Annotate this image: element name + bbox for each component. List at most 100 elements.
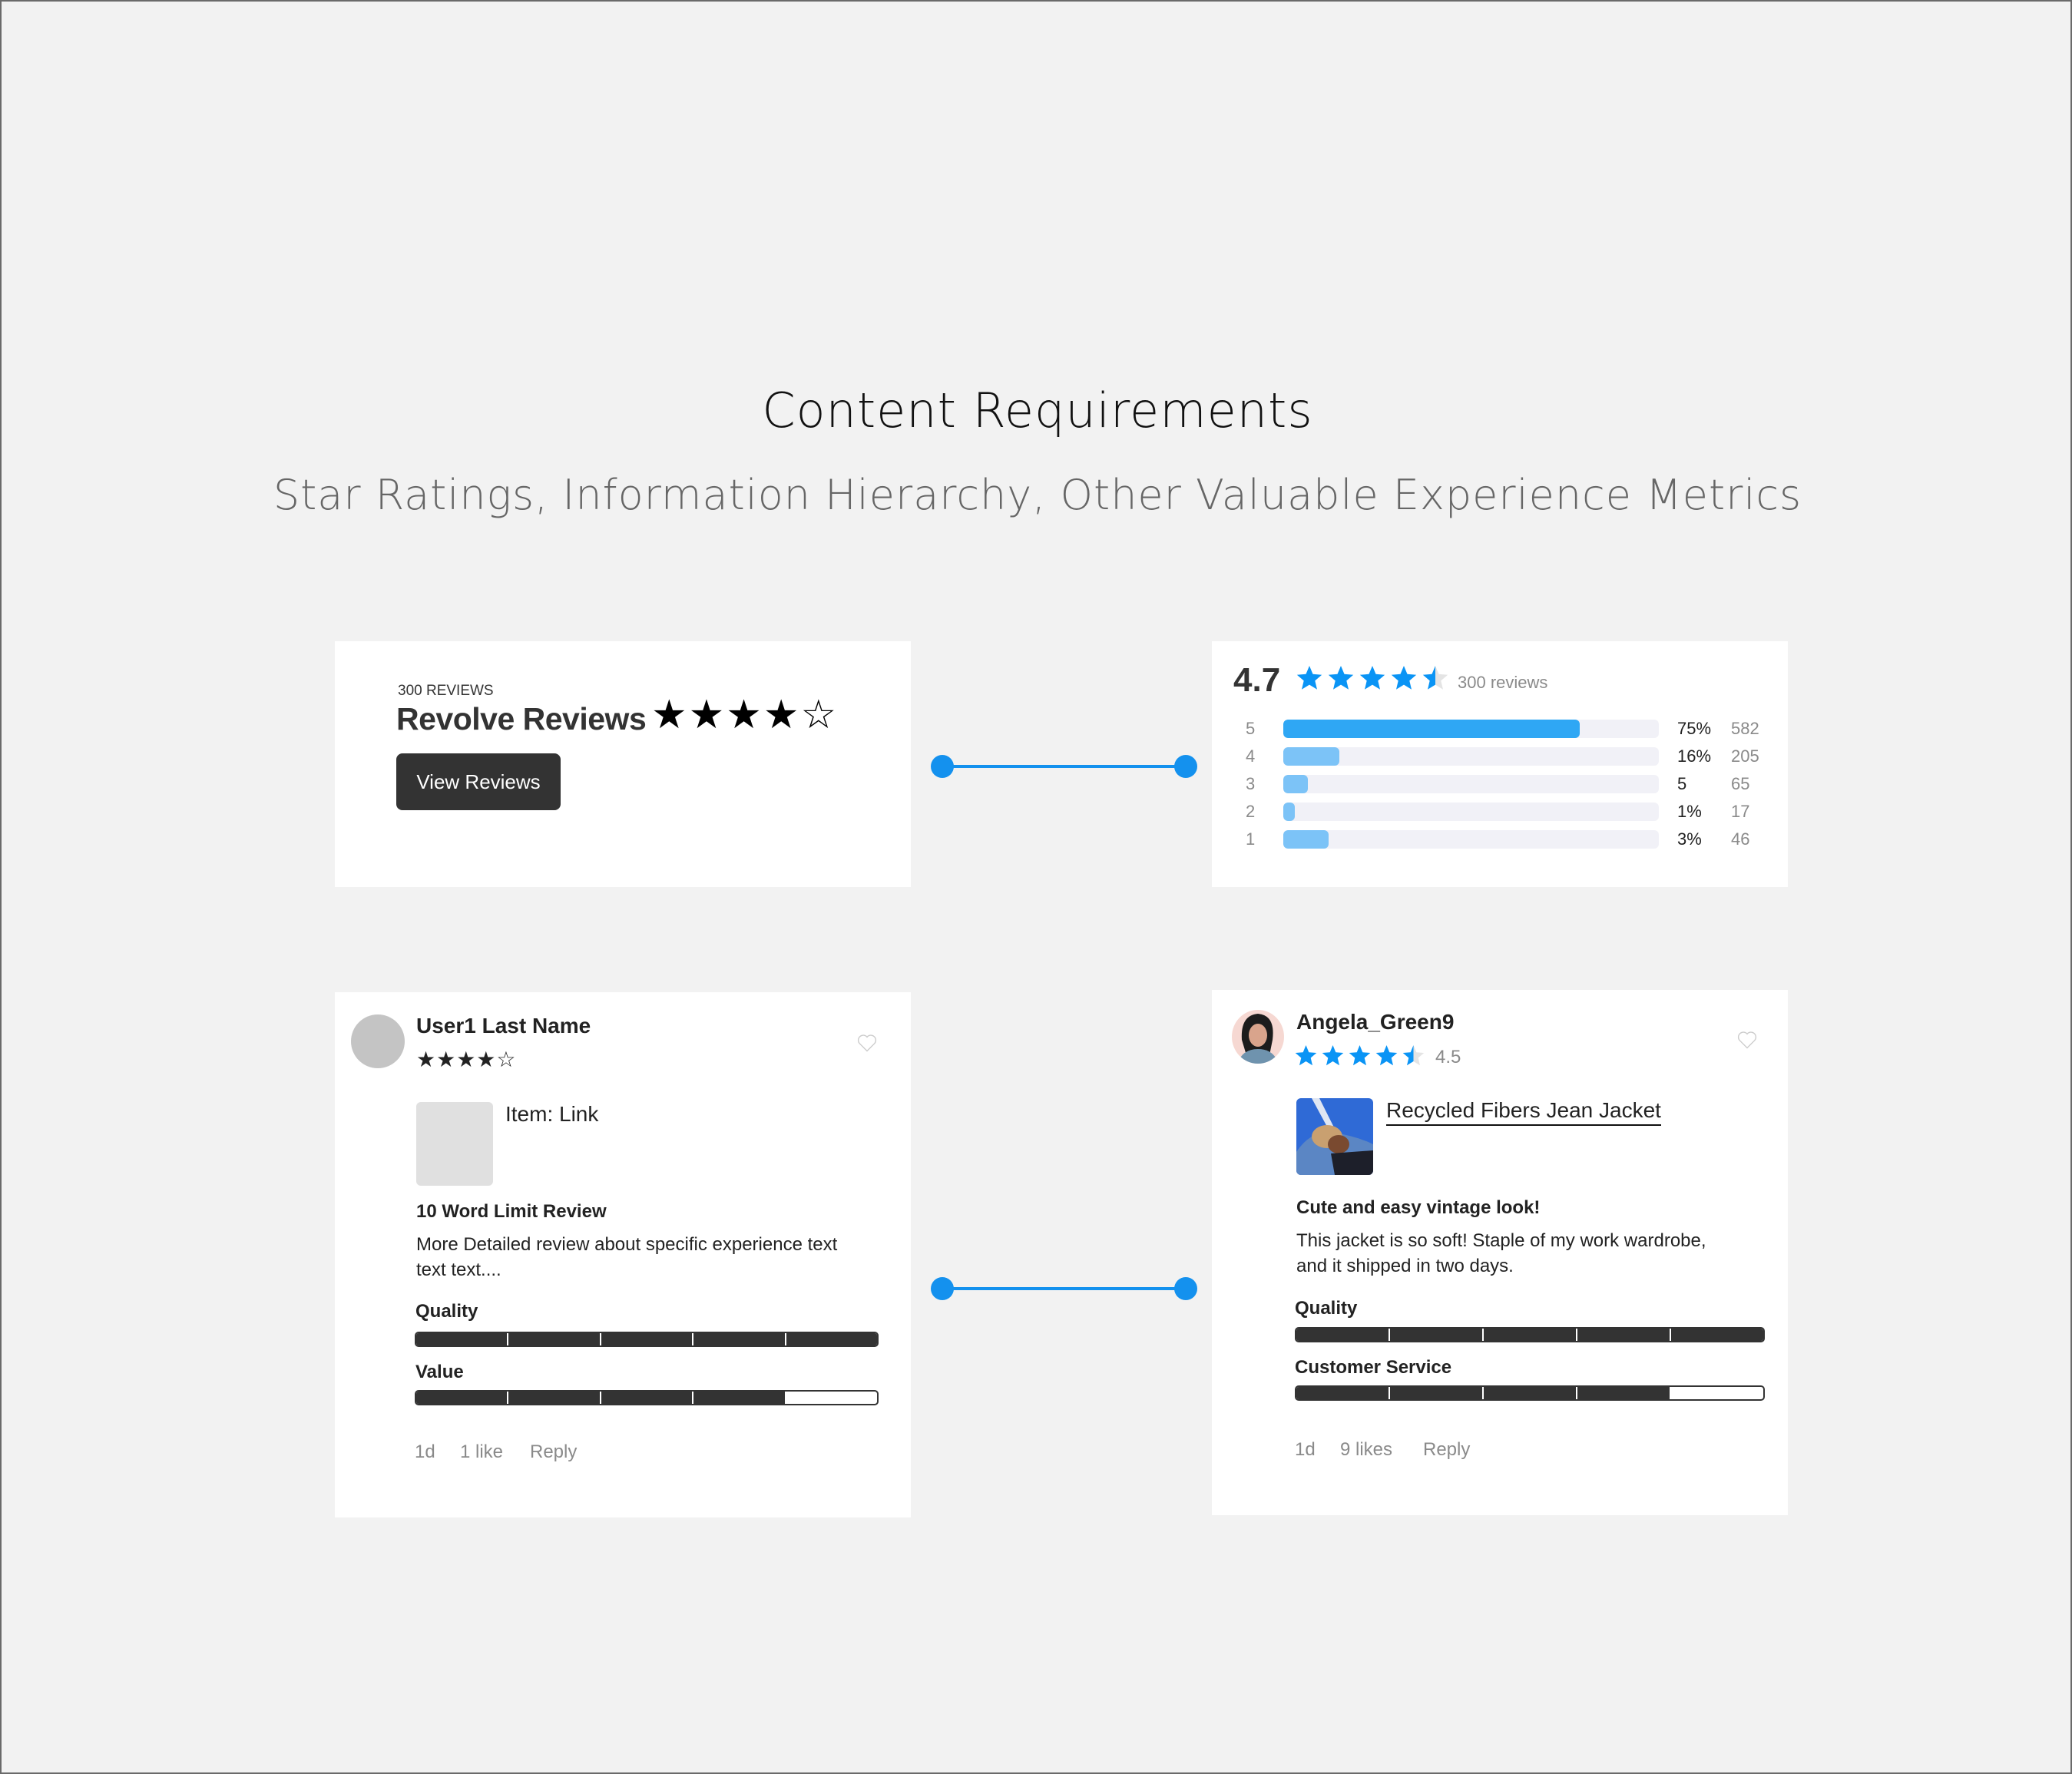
rating-segment (508, 1333, 601, 1345)
like-count-link[interactable]: 1 like (460, 1441, 503, 1463)
review-body-line: and it shipped in two days. (1296, 1256, 1514, 1276)
product-thumbnail (1296, 1098, 1373, 1175)
star-level-count: 46 (1731, 829, 1750, 849)
rating-segment (1671, 1329, 1763, 1341)
rating-distribution-bar (1283, 830, 1659, 849)
review-age: 1d (415, 1441, 435, 1462)
average-star-rating (1296, 666, 1448, 690)
filled-stars-icon: ★★★★ (651, 692, 801, 738)
connector-dot (931, 755, 954, 778)
heart-icon[interactable] (856, 1032, 878, 1054)
review-body: More Detailed review about specific expe… (416, 1234, 838, 1280)
star-level-count: 17 (1731, 802, 1750, 821)
user-star-rating: ★★★★☆ (416, 1047, 517, 1072)
rating-segment (693, 1333, 786, 1345)
star-level-count: 582 (1731, 719, 1759, 738)
user-name: Angela_Green9 (1296, 1010, 1455, 1034)
star-filled-icon (1375, 1045, 1398, 1066)
item-link[interactable]: Item: Link (505, 1102, 598, 1127)
star-half-icon (1422, 666, 1448, 690)
rating-distribution-bar (1283, 747, 1659, 766)
star-level-label: 3 (1246, 774, 1256, 793)
connector-dot (931, 1277, 954, 1300)
metric-label: Value (415, 1362, 464, 1382)
star-filled-icon (1296, 666, 1322, 690)
star-level-label: 1 (1246, 829, 1256, 849)
reviews-count: 300 reviews (1458, 673, 1548, 692)
avatar (1232, 1010, 1284, 1064)
star-level-label: 5 (1246, 719, 1256, 738)
rating-segment (601, 1392, 694, 1404)
metric-label: Quality (1295, 1298, 1358, 1319)
review-title: 10 Word Limit Review (416, 1201, 607, 1222)
quality-rating-bar (415, 1332, 879, 1347)
rating-segment (416, 1392, 509, 1404)
rating-distribution-bar (1283, 803, 1659, 821)
review-age: 1d (1295, 1439, 1316, 1460)
page-subtitle: Star Ratings, Information Hierarchy, Oth… (273, 471, 1802, 519)
rating-segment (508, 1392, 601, 1404)
star-filled-icon (1391, 666, 1417, 690)
review-count-label: 300 REVIEWS (398, 683, 494, 699)
connector-line (942, 765, 1186, 768)
rating-distribution-fill (1283, 720, 1580, 738)
star-filled-icon (1349, 1045, 1371, 1066)
rating-segment (786, 1392, 877, 1404)
rating-segment (601, 1333, 694, 1345)
star-level-percent: 1% (1677, 802, 1702, 821)
rating-value: 4.5 (1435, 1047, 1461, 1067)
rating-breakdown-card: 4.7 300 reviews 5 75% 582 4 16% 205 3 5 65 2 1% 17 1… (1212, 641, 1788, 887)
empty-star-icon: ☆ (800, 692, 837, 738)
metric-label: Quality (415, 1301, 478, 1322)
value-rating-bar (415, 1390, 879, 1405)
rating-segment (416, 1333, 509, 1345)
avatar (351, 1014, 405, 1068)
metric-label: Customer Service (1295, 1357, 1452, 1378)
rating-segment (1296, 1329, 1390, 1341)
rating-segment (1484, 1387, 1577, 1399)
rating-distribution-bar (1283, 720, 1659, 738)
star-filled-icon (1328, 666, 1354, 690)
star-level-label: 2 (1246, 802, 1256, 821)
review-body-line: This jacket is so soft! Staple of my wor… (1296, 1230, 1706, 1251)
star-level-percent: 16% (1677, 746, 1712, 766)
connector-line (942, 1287, 1186, 1290)
star-level-label: 4 (1246, 746, 1256, 766)
star-filled-icon (1322, 1045, 1344, 1066)
item-thumbnail-placeholder (416, 1102, 493, 1186)
star-level-percent: 3% (1677, 829, 1702, 849)
rating-segment (1390, 1329, 1484, 1341)
reply-link[interactable]: Reply (530, 1441, 577, 1463)
connector-dot (1174, 755, 1197, 778)
rating-segment (1296, 1387, 1390, 1399)
star-level-percent: 75% (1677, 719, 1712, 738)
rating-segment (786, 1333, 877, 1345)
rating-distribution-fill (1283, 747, 1340, 766)
star-level-count: 65 (1731, 774, 1750, 793)
product-link[interactable]: Recycled Fibers Jean Jacket (1386, 1098, 1661, 1126)
connector-dot (1174, 1277, 1197, 1300)
average-rating: 4.7 (1233, 661, 1281, 699)
star-filled-icon (1295, 1045, 1317, 1066)
summary-card: 300 REVIEWS Revolve Reviews ★★★★☆ View R… (335, 641, 911, 887)
user-star-rating (1295, 1045, 1425, 1066)
rating-segment (693, 1392, 786, 1404)
user-name: User1 Last Name (416, 1014, 591, 1038)
rating-segment (1390, 1387, 1484, 1399)
star-level-percent: 5 (1677, 774, 1687, 793)
reply-link[interactable]: Reply (1423, 1439, 1470, 1461)
rating-segment (1577, 1387, 1671, 1399)
rating-distribution-bar (1283, 775, 1659, 793)
like-count-link[interactable]: 9 likes (1340, 1439, 1392, 1461)
page-title: Content Requirements (762, 382, 1313, 439)
star-level-count: 205 (1731, 746, 1759, 766)
rating-distribution-fill (1283, 830, 1329, 849)
rating-segment (1484, 1329, 1577, 1341)
star-half-icon (1402, 1045, 1425, 1066)
view-reviews-button[interactable]: View Reviews (396, 753, 561, 810)
customer-service-rating-bar (1295, 1385, 1765, 1401)
review-final-card: Angela_Green9 4.5 Recycled Fibers Jean J… (1212, 990, 1788, 1515)
heart-icon[interactable] (1736, 1029, 1758, 1051)
review-wireframe-card: User1 Last Name ★★★★☆ Item: Link 10 Word… (335, 992, 911, 1517)
summary-title: Revolve Reviews (396, 701, 647, 736)
